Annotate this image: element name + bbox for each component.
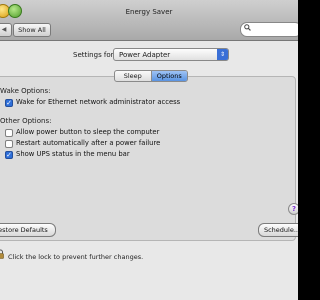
wake-ethernet-checkbox[interactable]: ✓ xyxy=(5,99,13,107)
schedule-button[interactable]: Schedule... xyxy=(258,223,298,237)
restart-after-failure-label: Restart automatically after a power fail… xyxy=(16,139,161,147)
lock-message: Click the lock to prevent further change… xyxy=(8,253,144,261)
back-button[interactable]: ◀ xyxy=(0,23,12,37)
show-ups-status-checkbox[interactable]: ✓ xyxy=(5,151,13,159)
search-icon xyxy=(244,24,251,33)
power-button-sleep-checkbox[interactable] xyxy=(5,129,13,137)
power-button-sleep-label: Allow power button to sleep the computer xyxy=(16,128,160,136)
help-button[interactable]: ? xyxy=(288,203,298,215)
restore-defaults-button[interactable]: estore Defaults xyxy=(0,223,56,237)
search-field[interactable] xyxy=(240,22,298,37)
energy-saver-window: Energy Saver ◀ Show All Settings for: Po… xyxy=(0,0,298,300)
wake-options-heading: Wake Options: xyxy=(0,87,51,95)
tab-options[interactable]: Options xyxy=(150,71,187,81)
settings-for-popup[interactable]: Power Adapter ⇕ xyxy=(113,48,229,61)
restart-after-failure-checkbox[interactable] xyxy=(5,140,13,148)
tab-control: Sleep Options xyxy=(114,70,188,82)
tab-sleep[interactable]: Sleep xyxy=(115,71,151,81)
window-toolbar: Energy Saver ◀ Show All xyxy=(0,0,298,41)
show-all-button[interactable]: Show All xyxy=(13,23,51,37)
settings-for-value: Power Adapter xyxy=(119,51,171,59)
lock-icon[interactable] xyxy=(0,249,4,259)
window-title: Energy Saver xyxy=(125,8,173,16)
show-ups-status-label: Show UPS status in the menu bar xyxy=(16,150,130,158)
other-options-heading: Other Options: xyxy=(0,117,52,125)
wake-ethernet-label: Wake for Ethernet network administrator … xyxy=(16,98,181,106)
settings-for-label: Settings for: xyxy=(73,51,116,59)
popup-arrows-icon: ⇕ xyxy=(217,49,228,60)
